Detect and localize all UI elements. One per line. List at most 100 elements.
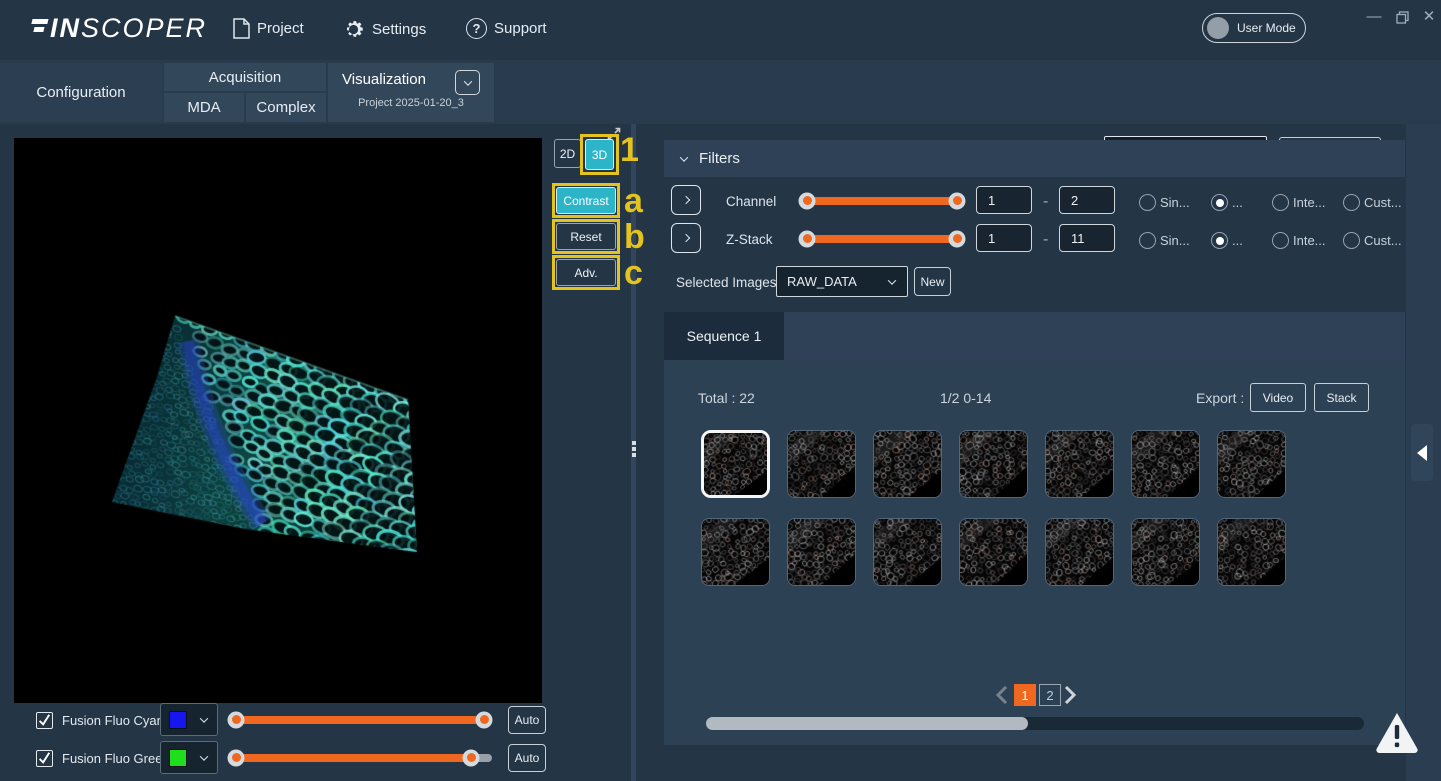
tab-mda[interactable]: MDA	[164, 93, 244, 122]
radio-custom-label: Cust...	[1364, 233, 1402, 248]
view-2d-button[interactable]: 2D	[554, 139, 581, 168]
tab-bar: Configuration Acquisition MDA Complex Vi…	[0, 60, 1441, 124]
filters-header[interactable]: Filters	[664, 140, 1405, 177]
collapse-panel-handle[interactable]	[1411, 424, 1433, 481]
page-button-1[interactable]: 1	[1014, 684, 1036, 706]
thumbnail-row-2	[701, 518, 1286, 586]
visualization-project-label: Project 2025-01-20_3	[328, 97, 494, 109]
thumbnail-2[interactable]	[873, 430, 942, 498]
thumbnail-3[interactable]	[959, 430, 1028, 498]
thumbnail-image	[1218, 519, 1285, 585]
channel-expand-button[interactable]	[671, 185, 701, 215]
thumbnail-10[interactable]	[959, 518, 1028, 586]
radio-interval[interactable]	[1272, 232, 1289, 249]
channel-cyan-auto-button[interactable]: Auto	[508, 706, 546, 734]
radio-custom[interactable]	[1343, 194, 1360, 211]
zstack-expand-button[interactable]	[671, 223, 701, 253]
channel-range-slider[interactable]	[799, 184, 965, 217]
channel-to-input[interactable]: 2	[1059, 186, 1115, 214]
zstack-from-input[interactable]: 1	[976, 224, 1032, 252]
pagination-next[interactable]	[1062, 684, 1078, 711]
question-icon: ?	[466, 18, 487, 39]
selected-images-dropdown[interactable]: RAW_DATA	[776, 266, 908, 297]
thumbnail-0[interactable]	[701, 430, 770, 498]
chevron-down-icon	[888, 276, 896, 284]
close-button[interactable]: ✕	[1418, 6, 1440, 28]
radio-single-label: Sin...	[1160, 233, 1190, 248]
radio-all-label: ...	[1232, 233, 1243, 248]
radio-all[interactable]	[1211, 194, 1228, 211]
channel-cyan-level-slider[interactable]	[228, 703, 492, 736]
scrollbar-thumb[interactable]	[706, 717, 1028, 730]
channel-green-color-dropdown[interactable]	[160, 741, 218, 774]
radio-interval[interactable]	[1272, 194, 1289, 211]
thumbnail-4[interactable]	[1045, 430, 1114, 498]
thumbnail-image	[1046, 431, 1113, 497]
pagination-prev[interactable]	[994, 684, 1010, 711]
thumbnail-image	[874, 431, 941, 497]
tab-sequence-1[interactable]: Sequence 1	[664, 312, 784, 360]
page-button-2[interactable]: 2	[1039, 684, 1061, 706]
thumbnail-11[interactable]	[1045, 518, 1114, 586]
radio-custom[interactable]	[1343, 232, 1360, 249]
thumbnail-image	[874, 519, 941, 585]
chevron-down-icon	[463, 77, 471, 85]
thumbnail-1[interactable]	[787, 430, 856, 498]
tab-configuration[interactable]: Configuration	[0, 63, 162, 122]
thumbnail-image	[788, 431, 855, 497]
annotation-box-a	[552, 183, 620, 218]
annotation-label-b: b	[624, 220, 645, 254]
horizontal-scrollbar[interactable]	[706, 717, 1364, 730]
radio-interval-label: Inte...	[1293, 233, 1326, 248]
thumbnail-12[interactable]	[1131, 518, 1200, 586]
radio-all[interactable]	[1211, 232, 1228, 249]
annotation-box-c	[552, 255, 620, 290]
radio-single[interactable]	[1139, 232, 1156, 249]
thumbnail-8[interactable]	[787, 518, 856, 586]
document-icon	[233, 18, 250, 39]
new-image-set-button[interactable]: New	[914, 267, 951, 296]
zstack-to-input[interactable]: 11	[1059, 224, 1115, 252]
restore-button[interactable]	[1391, 9, 1413, 31]
menu-project[interactable]: Project	[233, 18, 304, 39]
inscoper-app-window: INSCOPER Project Settings ? Support User…	[0, 0, 1441, 781]
menu-project-label: Project	[257, 20, 304, 37]
channel-cyan-checkbox[interactable]	[36, 712, 53, 729]
restore-icon	[1396, 11, 1409, 24]
color-swatch-green	[169, 749, 187, 767]
tab-visualization-label: Visualization	[342, 71, 426, 88]
menu-settings[interactable]: Settings	[342, 18, 426, 41]
thumbnail-7[interactable]	[701, 518, 770, 586]
tab-visualization[interactable]: Visualization Project 2025-01-20_3	[328, 63, 494, 122]
thumbnail-5[interactable]	[1131, 430, 1200, 498]
channel-green-checkbox[interactable]	[36, 750, 53, 767]
chevron-right-icon	[682, 196, 690, 204]
thumbnail-13[interactable]	[1217, 518, 1286, 586]
minimize-button[interactable]: —	[1363, 6, 1385, 28]
channel-cyan-color-dropdown[interactable]	[160, 703, 218, 736]
tab-acquisition[interactable]: Acquisition	[164, 63, 326, 91]
channel-green-auto-button[interactable]: Auto	[508, 744, 546, 772]
radio-single[interactable]	[1139, 194, 1156, 211]
annotation-box-b	[552, 219, 620, 254]
thumbnail-6[interactable]	[1217, 430, 1286, 498]
3d-render-viewport[interactable]	[14, 138, 542, 703]
thumbnail-9[interactable]	[873, 518, 942, 586]
visualization-dropdown-button[interactable]	[455, 70, 480, 95]
export-video-button[interactable]: Video	[1250, 383, 1306, 412]
channel-from-input[interactable]: 1	[976, 186, 1032, 214]
radio-single-label: Sin...	[1160, 195, 1190, 210]
thumbnail-image	[960, 431, 1027, 497]
total-count-label: Total : 22	[698, 390, 755, 406]
channel-filter-label: Channel	[726, 194, 776, 209]
zstack-range-slider[interactable]	[799, 222, 965, 255]
warning-icon[interactable]	[1374, 710, 1420, 759]
divider-grip-icon[interactable]	[630, 441, 637, 457]
title-bar: INSCOPER Project Settings ? Support User…	[0, 0, 1441, 60]
annotation-label-a: a	[624, 184, 643, 218]
user-mode-toggle[interactable]: User Mode	[1202, 13, 1306, 43]
export-stack-button[interactable]: Stack	[1314, 383, 1369, 412]
menu-support[interactable]: ? Support	[466, 18, 547, 39]
channel-green-level-slider[interactable]	[228, 741, 492, 774]
tab-complex[interactable]: Complex	[246, 93, 326, 122]
